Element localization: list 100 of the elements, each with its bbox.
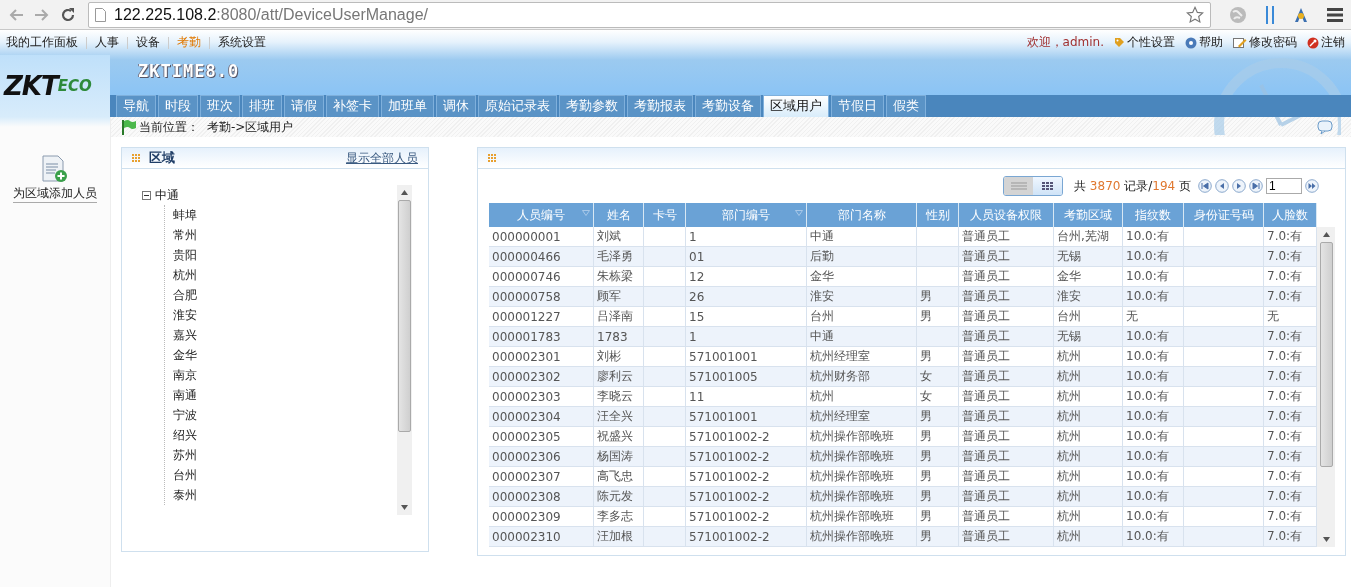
- table-cell: 10.0:有: [1126, 448, 1169, 465]
- table-cell: 男: [920, 408, 932, 425]
- grid-icon: [1041, 182, 1054, 190]
- table-cell: 1: [689, 229, 697, 244]
- table-cell: 1783: [597, 329, 628, 344]
- table-cell: 571001001: [689, 409, 758, 424]
- table-cell: 000000746: [492, 269, 561, 284]
- table-cell: 杭州: [1057, 528, 1081, 545]
- table-cell: 李晓云: [597, 388, 633, 405]
- table-cell: 10.0:有: [1126, 488, 1169, 505]
- tree-node[interactable]: 合肥: [173, 286, 197, 304]
- scrollbar[interactable]: [397, 185, 412, 515]
- add-people-action[interactable]: 为区域添加人员: [0, 155, 110, 203]
- table-cell: 000002303: [492, 389, 561, 404]
- table-cell: 杭州: [1057, 428, 1081, 445]
- tree-node[interactable]: 贵阳: [173, 246, 197, 264]
- page-input[interactable]: 1: [1266, 178, 1302, 194]
- tree-node[interactable]: 嘉兴: [173, 326, 197, 344]
- table-cell: 男: [920, 348, 932, 365]
- scroll-up-icon[interactable]: [401, 190, 408, 195]
- header-link[interactable]: 注销: [1321, 34, 1345, 51]
- table-cell: 000002307: [492, 469, 561, 484]
- tree-node[interactable]: 苏州: [173, 446, 197, 464]
- go-page-button[interactable]: [1305, 179, 1319, 193]
- reload-icon[interactable]: [60, 6, 76, 23]
- show-all-link[interactable]: 显示全部人员: [346, 149, 418, 167]
- table-cell: 571001002-2: [689, 449, 770, 464]
- tree-node[interactable]: 宁波: [173, 406, 197, 424]
- table-cell: 普通员工: [962, 228, 1010, 245]
- previous-page-button[interactable]: [1215, 179, 1229, 193]
- breadcrumb-label: 当前位置：: [139, 118, 199, 136]
- table-cell: 000002308: [492, 489, 561, 504]
- table-cell: 000000466: [492, 249, 561, 264]
- bars-icon[interactable]: [1265, 5, 1275, 24]
- table-cell: 7.0:有: [1267, 408, 1303, 425]
- table-cell: 10.0:有: [1126, 228, 1169, 245]
- scroll-down-icon[interactable]: [401, 505, 408, 510]
- table-cell: 杭州财务部: [810, 368, 870, 385]
- top-nav-item[interactable]: 系统设置: [218, 34, 266, 51]
- tree-node[interactable]: 台州: [173, 466, 197, 484]
- header-link[interactable]: 修改密码: [1249, 34, 1297, 51]
- table-cell: 汪全兴: [597, 408, 633, 425]
- table-cell: 汪加根: [597, 528, 633, 545]
- tree-node[interactable]: 蚌埠: [173, 206, 197, 224]
- table-cell: 杭州经理室: [810, 348, 870, 365]
- welcome-text: 欢迎，admin.: [1026, 34, 1104, 51]
- help-icon[interactable]: [1317, 119, 1333, 135]
- header-link[interactable]: 个性设置: [1127, 34, 1175, 51]
- tree-node[interactable]: 中通: [155, 186, 179, 204]
- table-cell: 普通员工: [962, 468, 1010, 485]
- table-cell: 000002302: [492, 369, 561, 384]
- table-cell: 7.0:有: [1267, 468, 1303, 485]
- extension-icon[interactable]: [1293, 6, 1309, 23]
- header-link[interactable]: 帮助: [1199, 34, 1223, 51]
- tree-node[interactable]: 泰州: [173, 486, 197, 504]
- table-cell: 571001002-2: [689, 509, 770, 524]
- star-icon[interactable]: [1186, 5, 1204, 24]
- table-cell: 杭州: [1057, 368, 1081, 385]
- scroll-up-icon[interactable]: [1322, 232, 1330, 237]
- table-cell: 普通员工: [962, 408, 1010, 425]
- grid-view-button[interactable]: [1033, 177, 1063, 195]
- top-nav-item[interactable]: 我的工作面板: [6, 34, 78, 51]
- table-cell: 杭州: [1057, 488, 1081, 505]
- address-bar[interactable]: 122.225.108.2:8080/att/DeviceUserManage/: [88, 1, 1211, 28]
- table-cell: 无: [1267, 308, 1279, 325]
- top-nav-item[interactable]: 人事: [95, 34, 119, 51]
- table-cell: 15: [689, 309, 705, 324]
- table-cell: 7.0:有: [1267, 368, 1303, 385]
- table-cell: 顾军: [597, 288, 621, 305]
- product-title: ZKTIME8.0: [138, 61, 241, 81]
- table-cell: 普通员工: [962, 308, 1010, 325]
- menu-icon[interactable]: [1327, 7, 1343, 22]
- table-cell: 000002310: [492, 529, 561, 544]
- page-icon: [95, 7, 106, 22]
- panel-title: 区域: [149, 149, 175, 167]
- table-cell: 吕泽南: [597, 308, 633, 325]
- tree-node[interactable]: 金华: [173, 346, 197, 364]
- tree-node[interactable]: 杭州: [173, 266, 197, 284]
- tree-node[interactable]: 常州: [173, 226, 197, 244]
- table-cell: 7.0:有: [1267, 528, 1303, 545]
- table-cell: 000002301: [492, 349, 561, 364]
- table-cell: 杭州操作部晚班: [810, 428, 894, 445]
- grid-dots-icon: [132, 153, 141, 163]
- tree-node[interactable]: 南通: [173, 386, 197, 404]
- table-cell: 金华: [810, 268, 834, 285]
- table-cell: 000001227: [492, 309, 561, 324]
- tree-node[interactable]: 淮安: [173, 306, 197, 324]
- scrollbar[interactable]: [1317, 227, 1335, 547]
- tab[interactable]: 区域用户: [763, 95, 829, 117]
- collapse-icon[interactable]: [142, 190, 151, 200]
- tree-node[interactable]: 绍兴: [173, 426, 197, 444]
- table-cell: 无: [1126, 308, 1138, 325]
- table-cell: 杨国涛: [597, 448, 633, 465]
- top-nav-item[interactable]: 设备: [136, 34, 160, 51]
- table-cell: 7.0:有: [1267, 388, 1303, 405]
- scroll-down-icon[interactable]: [1322, 537, 1330, 542]
- next-page-button[interactable]: [1232, 179, 1246, 193]
- tree-node[interactable]: 南京: [173, 366, 197, 384]
- last-page-button[interactable]: [1249, 179, 1263, 193]
- first-page-button[interactable]: [1198, 179, 1212, 193]
